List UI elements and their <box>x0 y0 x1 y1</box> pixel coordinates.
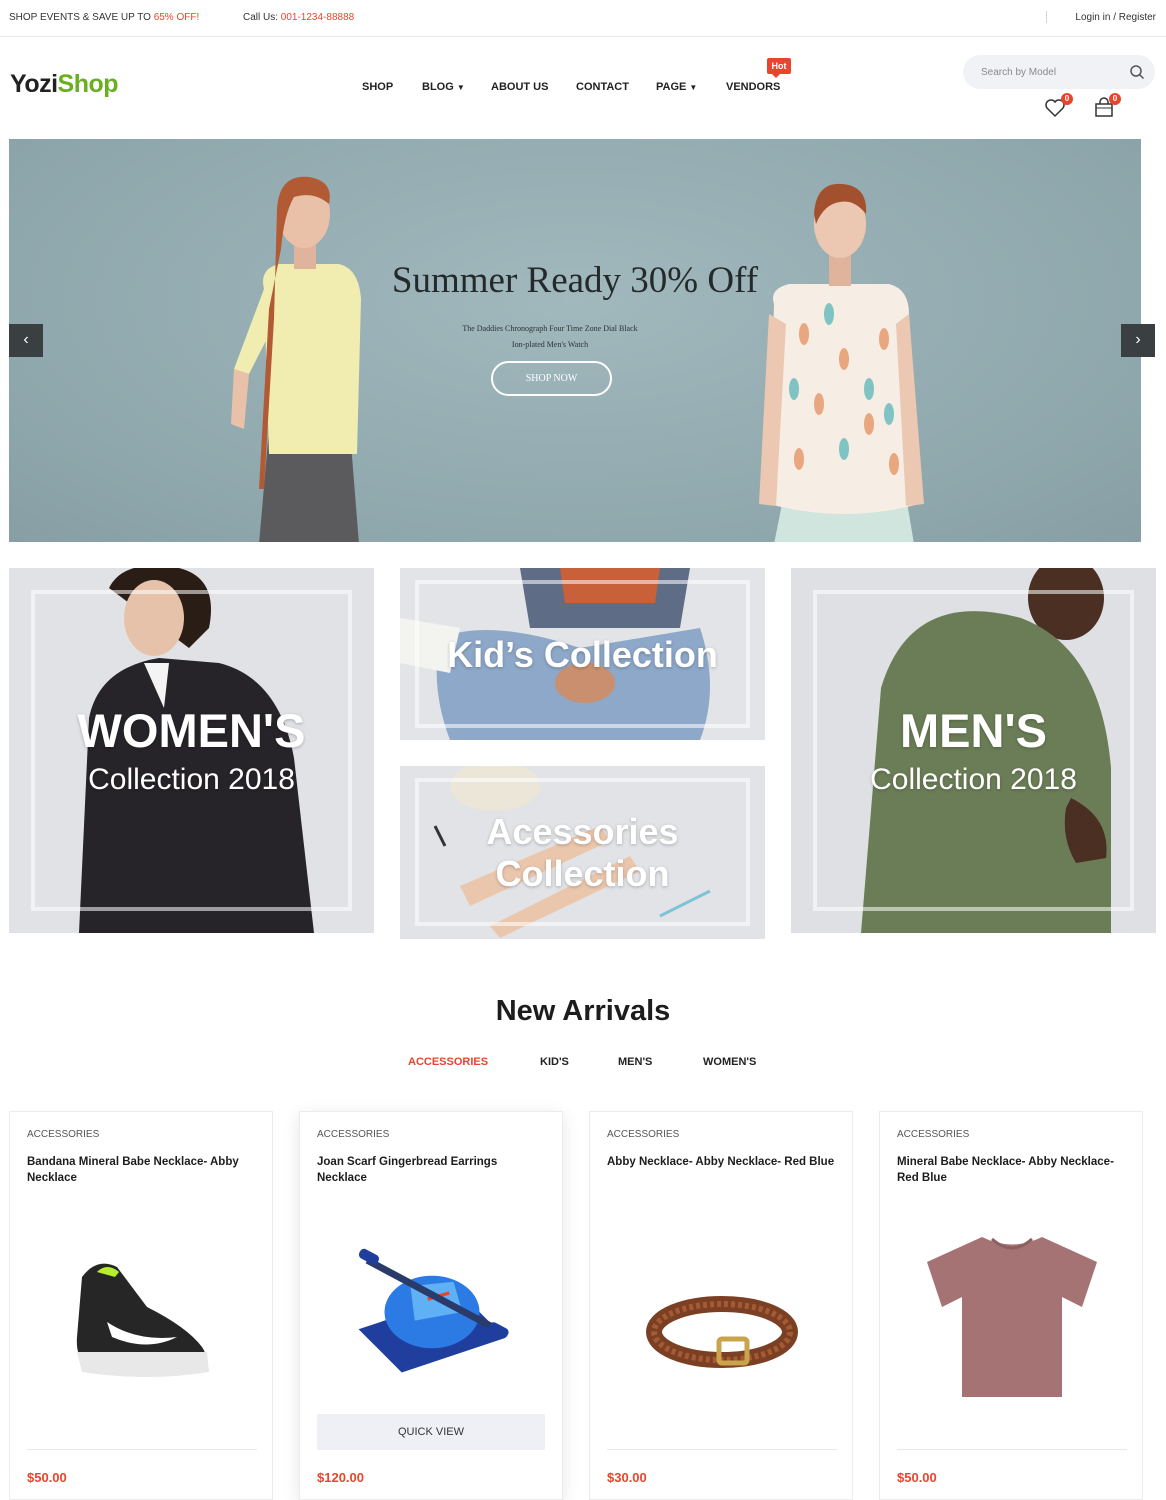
nav-blog[interactable]: BLOG ▼ <box>422 81 465 93</box>
product-card[interactable]: ACCESSORIES Abby Necklace- Abby Necklace… <box>589 1111 853 1500</box>
card-divider <box>27 1449 257 1450</box>
kids-collection-tile[interactable]: Kid’s Collection <box>400 568 765 740</box>
nav-vendors[interactable]: VENDORS <box>726 81 780 93</box>
phone-number[interactable]: 001-1234-88888 <box>281 12 354 23</box>
product-card[interactable]: ACCESSORIES Bandana Mineral Babe Necklac… <box>9 1111 273 1500</box>
product-card[interactable]: ACCESSORIES Mineral Babe Necklace- Abby … <box>879 1111 1143 1500</box>
search-box[interactable] <box>963 55 1155 89</box>
chevron-down-icon: ▼ <box>689 83 698 92</box>
site-logo[interactable]: YoziShop <box>10 70 119 99</box>
mens-subtitle: Collection 2018 <box>870 763 1077 796</box>
chevron-down-icon: ▼ <box>456 83 465 92</box>
product-name[interactable]: Abby Necklace- Abby Necklace- Red Blue <box>607 1154 839 1170</box>
mens-title: MEN'S <box>900 704 1047 757</box>
tab-womens[interactable]: WOMEN'S <box>703 1056 756 1068</box>
product-category: ACCESSORIES <box>607 1129 680 1140</box>
cart-count-badge: 0 <box>1109 93 1121 105</box>
chevron-right-icon: › <box>1135 331 1141 348</box>
search-icon[interactable] <box>1129 64 1145 80</box>
quick-view-button[interactable]: QUICK VIEW <box>317 1414 545 1450</box>
product-name[interactable]: Joan Scarf Gingerbread Earrings Necklace <box>317 1154 549 1186</box>
product-name[interactable]: Mineral Babe Necklace- Abby Necklace- Re… <box>897 1154 1129 1186</box>
slider-prev-button[interactable]: ‹ <box>9 324 43 357</box>
card-divider <box>897 1449 1127 1450</box>
shop-now-button[interactable]: SHOP NOW <box>491 361 612 396</box>
model-right-image <box>759 183 924 542</box>
topbar-divider <box>1046 11 1047 23</box>
product-price: $50.00 <box>27 1470 67 1485</box>
nav-shop[interactable]: SHOP <box>362 81 393 93</box>
tab-kids[interactable]: KID'S <box>540 1056 569 1068</box>
ab-roller-icon[interactable] <box>317 1217 547 1407</box>
product-price: $50.00 <box>897 1470 937 1485</box>
promo-highlight: 65% OFF! <box>153 12 200 23</box>
slider-next-button[interactable]: › <box>1121 324 1155 357</box>
mens-collection-tile[interactable]: MEN'S Collection 2018 <box>791 568 1156 933</box>
top-bar: SHOP EVENTS & SAVE UP TO 65% OFF! Call U… <box>0 0 1166 37</box>
womens-subtitle: Collection 2018 <box>88 763 295 796</box>
login-register-link[interactable]: Login in / Register <box>1075 12 1156 23</box>
product-card[interactable]: ACCESSORIES Joan Scarf Gingerbread Earri… <box>299 1111 563 1500</box>
tab-mens[interactable]: MEN'S <box>618 1056 652 1068</box>
search-input[interactable] <box>981 55 1121 89</box>
kids-title: Kid’s Collection <box>447 634 718 675</box>
product-price: $120.00 <box>317 1470 364 1485</box>
wishlist-count-badge: 0 <box>1061 93 1073 105</box>
sneaker-icon[interactable] <box>27 1217 257 1437</box>
new-arrivals-title: New Arrivals <box>495 995 671 1027</box>
accessories-title: Acessories Collection <box>486 811 679 894</box>
product-category: ACCESSORIES <box>27 1129 100 1140</box>
hot-badge: Hot <box>767 58 791 78</box>
nav-page[interactable]: PAGE ▼ <box>656 81 697 93</box>
nav-about-us[interactable]: ABOUT US <box>491 81 548 93</box>
womens-title: WOMEN'S <box>77 704 306 757</box>
nav-contact[interactable]: CONTACT <box>576 81 629 93</box>
accessories-collection-tile[interactable]: Acessories Collection <box>400 766 765 939</box>
hero-title: Summer Ready 30% Off <box>391 260 759 301</box>
hero-subtitle: The Daddies Chronograph Four Time Zone D… <box>462 324 638 349</box>
womens-collection-tile[interactable]: WOMEN'S Collection 2018 <box>9 568 374 933</box>
chevron-left-icon: ‹ <box>23 331 29 348</box>
product-name[interactable]: Bandana Mineral Babe Necklace- Abby Neck… <box>27 1154 259 1186</box>
tab-accessories[interactable]: ACCESSORIES <box>408 1056 488 1068</box>
product-category: ACCESSORIES <box>317 1129 390 1140</box>
card-divider <box>607 1449 837 1450</box>
product-category: ACCESSORIES <box>897 1129 970 1140</box>
promo-text: SHOP EVENTS & SAVE UP TO 65% OFF! <box>9 12 200 23</box>
belt-icon[interactable] <box>607 1217 837 1437</box>
call-us-text: Call Us: 001-1234-88888 <box>243 12 355 23</box>
tshirt-icon[interactable] <box>897 1217 1127 1437</box>
hero-slider: Summer Ready 30% Off The Daddies Chronog… <box>9 139 1141 542</box>
product-price: $30.00 <box>607 1470 647 1485</box>
model-left-image <box>231 176 361 542</box>
